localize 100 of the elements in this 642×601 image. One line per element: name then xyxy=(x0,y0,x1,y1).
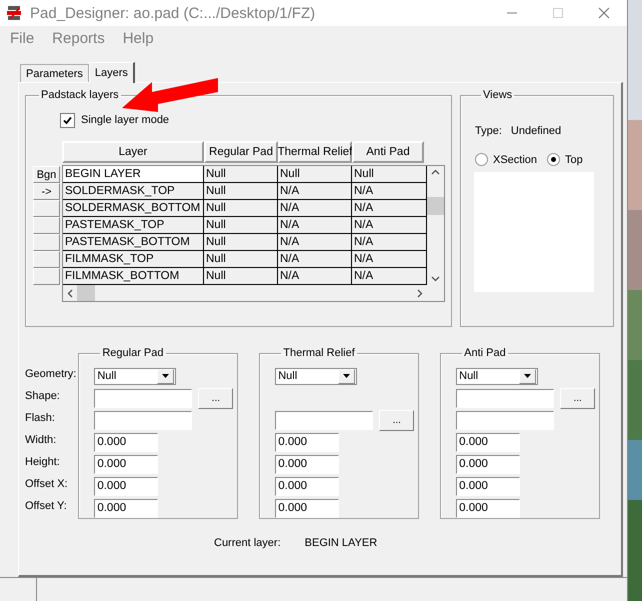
group-title: Views xyxy=(482,89,514,101)
group-title: Regular Pad xyxy=(101,347,164,359)
window-title: Pad_Designer: ao.pad (C:.../Desktop/1/FZ) xyxy=(30,4,316,22)
table-cell: Null xyxy=(204,200,278,217)
dropdown-value: Null xyxy=(459,370,478,382)
input-field[interactable] xyxy=(456,388,554,408)
field-label: Offset Y: xyxy=(25,499,68,514)
input-field[interactable] xyxy=(275,410,374,430)
table-cell[interactable]: PASTEMASK_BOTTOM xyxy=(63,234,204,251)
input-field[interactable]: 0.000 xyxy=(275,454,340,474)
checkbox[interactable] xyxy=(60,112,75,128)
radio-label: XSection xyxy=(493,154,538,166)
table-cell[interactable]: BEGIN LAYER xyxy=(63,166,204,183)
table-cell[interactable]: SOLDERMASK_TOP xyxy=(63,183,204,200)
browse-button[interactable]: ... xyxy=(379,410,414,430)
table-cell: N/A xyxy=(278,200,352,217)
scroll-thumb[interactable] xyxy=(77,285,95,301)
input-field[interactable]: 0.000 xyxy=(94,498,158,518)
row-button[interactable] xyxy=(33,217,60,234)
row-button[interactable]: Bgn xyxy=(33,166,60,183)
table-cell[interactable]: PASTEMASK_TOP xyxy=(63,217,204,234)
table-cell: N/A xyxy=(278,234,352,251)
field-label: Geometry: xyxy=(25,367,78,382)
row-button[interactable]: -> xyxy=(33,183,60,200)
tab[interactable]: Layers xyxy=(88,62,135,83)
dropdown-arrow-icon xyxy=(343,374,350,378)
table-cell: Null xyxy=(352,166,427,183)
group-title: Padstack layers xyxy=(40,89,120,101)
radio-label: Top xyxy=(565,154,583,166)
column-header[interactable]: Thermal Relief xyxy=(278,141,352,163)
table-cell: N/A xyxy=(352,234,427,251)
table-cell: N/A xyxy=(278,251,352,268)
browse-button[interactable]: ... xyxy=(560,388,596,408)
row-button[interactable] xyxy=(33,268,60,285)
dropdown-value: Null xyxy=(278,370,298,382)
table-cell: Null xyxy=(204,183,278,200)
table-cell: Null xyxy=(278,166,352,183)
type-label: Type: xyxy=(475,125,502,137)
dropdown[interactable]: Null xyxy=(456,368,538,384)
dropdown-arrow-icon xyxy=(524,374,532,378)
input-field[interactable]: 0.000 xyxy=(456,454,520,474)
dropdown-arrow-icon xyxy=(162,374,170,378)
field-label: Flash: xyxy=(25,411,56,426)
table-cell: Null xyxy=(204,268,278,285)
input-field[interactable]: 0.000 xyxy=(94,432,158,452)
table-cell: Null xyxy=(204,251,278,268)
scroll-thumb[interactable] xyxy=(427,196,444,214)
input-field[interactable]: 0.000 xyxy=(456,498,520,518)
group-title: Thermal Relief xyxy=(282,347,356,359)
input-field[interactable] xyxy=(94,410,192,430)
input-field[interactable]: 0.000 xyxy=(94,476,158,496)
chevron-up-icon xyxy=(431,169,440,175)
input-field[interactable]: 0.000 xyxy=(456,476,520,496)
table-cell: N/A xyxy=(352,251,427,268)
input-field[interactable] xyxy=(456,410,554,430)
type-value: Undefined xyxy=(510,125,562,137)
input-field[interactable]: 0.000 xyxy=(275,432,340,452)
radio-button[interactable] xyxy=(547,153,560,166)
table-cell: Null xyxy=(204,217,278,234)
dropdown[interactable]: Null xyxy=(275,368,358,384)
table-cell: N/A xyxy=(352,217,427,234)
input-field[interactable]: 0.000 xyxy=(275,476,340,496)
table-cell: N/A xyxy=(278,183,352,200)
chevron-left-icon xyxy=(67,288,73,298)
table-cell: N/A xyxy=(278,217,352,234)
field-label: Width: xyxy=(25,433,58,448)
maximize-icon xyxy=(552,7,564,19)
table-cell: Null xyxy=(204,166,278,183)
input-field[interactable]: 0.000 xyxy=(94,454,158,474)
table-cell[interactable]: FILMMASK_BOTTOM xyxy=(63,268,204,285)
browse-button[interactable]: ... xyxy=(198,388,234,408)
row-button[interactable] xyxy=(33,234,60,251)
check-icon xyxy=(63,116,72,124)
radio-button[interactable] xyxy=(475,153,488,166)
chevron-right-icon xyxy=(417,288,423,298)
tab[interactable]: Parameters xyxy=(20,64,89,82)
column-header[interactable]: Anti Pad xyxy=(352,141,424,163)
group-title: Anti Pad xyxy=(463,347,507,359)
row-button[interactable] xyxy=(33,200,60,217)
dropdown[interactable]: Null xyxy=(94,368,176,384)
input-field[interactable]: 0.000 xyxy=(456,432,520,452)
table-cell: N/A xyxy=(278,268,352,285)
row-button[interactable] xyxy=(33,251,60,268)
table-cell: Null xyxy=(204,234,278,251)
field-label: Shape: xyxy=(25,389,61,404)
table-cell: N/A xyxy=(352,200,427,217)
input-field[interactable] xyxy=(94,388,192,408)
current-layer-value: BEGIN LAYER xyxy=(304,537,378,549)
dropdown-value: Null xyxy=(97,370,116,382)
table-cell[interactable]: FILMMASK_TOP xyxy=(63,251,204,268)
field-label: Offset X: xyxy=(25,477,69,492)
table-cell[interactable]: SOLDERMASK_BOTTOM xyxy=(63,200,204,217)
input-field[interactable]: 0.000 xyxy=(275,498,340,518)
column-header[interactable]: Regular Pad xyxy=(204,141,278,163)
table-cell: N/A xyxy=(352,268,427,285)
app-icon xyxy=(6,5,22,21)
chevron-down-icon xyxy=(431,276,440,282)
close-icon xyxy=(598,7,610,19)
table-cell: N/A xyxy=(352,183,427,200)
column-header[interactable]: Layer xyxy=(62,141,204,163)
